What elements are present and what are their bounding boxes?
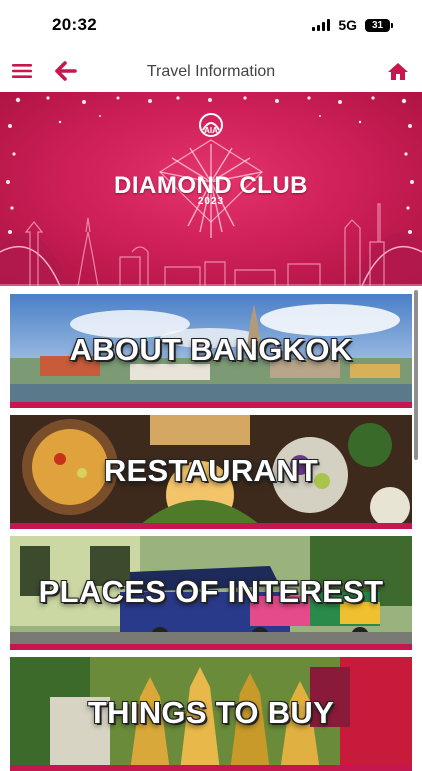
battery-icon: 31 (365, 18, 393, 32)
banner-year: 2023 (197, 196, 225, 207)
card-label: ABOUT BANGKOK (69, 332, 353, 367)
scrollbar[interactable] (414, 290, 418, 460)
card-accent-stripe (10, 523, 412, 529)
status-bar: 20:32 5G 31 (0, 0, 422, 50)
card-label: PLACES OF INTEREST (38, 574, 384, 609)
things-to-buy-card[interactable]: THINGS TO BUY (10, 657, 412, 771)
places-of-interest-card[interactable]: PLACES OF INTEREST (10, 536, 412, 650)
home-button[interactable] (385, 58, 411, 84)
network-type: 5G (338, 17, 357, 33)
battery-level: 31 (371, 19, 384, 31)
diamond-club-banner: AIA DIAMOND CLUB 2023 (0, 92, 422, 286)
home-icon (388, 63, 408, 80)
restaurant-card[interactable]: RESTAURANT (10, 415, 412, 529)
card-label: RESTAURANT (103, 453, 319, 488)
status-indicators: 5G 31 (312, 17, 393, 33)
card-label: THINGS TO BUY (87, 695, 335, 730)
card-accent-stripe (10, 402, 412, 408)
card-accent-stripe (10, 765, 412, 771)
status-time: 20:32 (52, 15, 97, 34)
page-title: Travel Information (146, 63, 276, 80)
aia-logo-text: AIA (204, 126, 218, 135)
signal-icon (312, 19, 331, 31)
card-accent-stripe (10, 644, 412, 650)
nav-bar: Travel Information (0, 50, 422, 92)
about-bangkok-card[interactable]: ABOUT BANGKOK (10, 294, 412, 408)
